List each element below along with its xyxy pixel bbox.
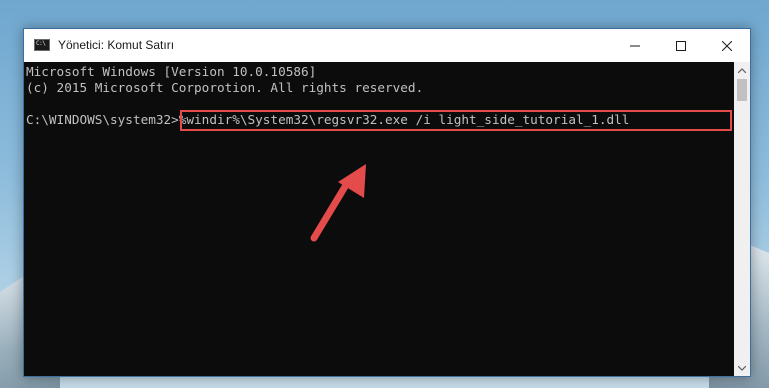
vertical-scrollbar[interactable] (734, 62, 750, 376)
chevron-down-icon (738, 365, 746, 371)
chevron-up-icon (738, 67, 746, 73)
scroll-down-button[interactable] (734, 360, 750, 376)
close-button[interactable] (704, 29, 750, 62)
scroll-up-button[interactable] (734, 62, 750, 78)
terminal-output[interactable]: Microsoft Windows [Version 10.0.10586] (… (24, 62, 734, 376)
pointer-arrow-icon (310, 164, 366, 242)
minimize-button[interactable] (612, 29, 658, 62)
maximize-button[interactable] (658, 29, 704, 62)
maximize-icon (676, 40, 686, 51)
command-prompt-window: C:\ Yönetici: Komut Satırı Microsoft Win… (23, 28, 751, 377)
terminal-line-version: Microsoft Windows [Version 10.0.10586] (26, 64, 317, 79)
scrollbar-thumb[interactable] (737, 79, 747, 101)
title-bar[interactable]: C:\ Yönetici: Komut Satırı (24, 29, 750, 62)
terminal-line-copyright: (c) 2015 Microsoft Corporotion. All righ… (26, 80, 424, 95)
close-icon (722, 40, 732, 51)
command-prompt-icon[interactable]: C:\ (34, 39, 50, 51)
minimize-icon (630, 45, 640, 46)
window-title: Yönetici: Komut Satırı (58, 38, 175, 52)
command-highlight-box (180, 110, 732, 131)
